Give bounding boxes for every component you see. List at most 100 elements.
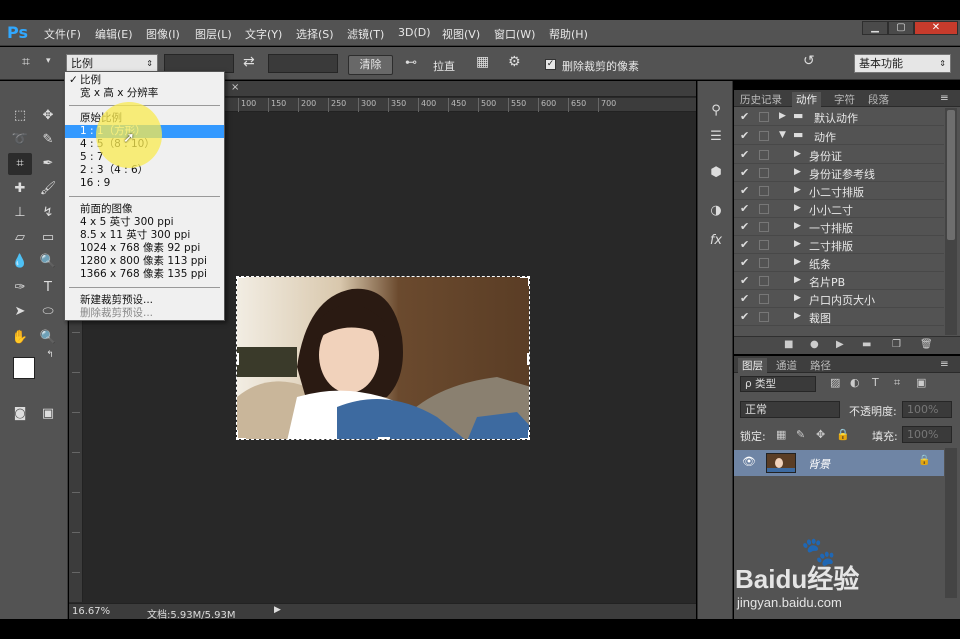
type-tool-icon[interactable]: T	[36, 277, 60, 299]
blend-mode-select[interactable]: 正常	[740, 401, 840, 418]
eraser-tool-icon[interactable]: ▱	[8, 227, 32, 249]
expand-arrow-icon[interactable]: ▶	[794, 167, 801, 177]
crop-handle-br[interactable]	[520, 430, 529, 439]
fx-panel-icon[interactable]: fx	[706, 231, 726, 251]
dialog-toggle-icon[interactable]	[759, 240, 769, 250]
crop-tool-icon[interactable]: ⌗	[8, 153, 32, 175]
menu-window[interactable]: 窗口(W)	[494, 26, 535, 42]
panel-menu-icon[interactable]: ≡	[940, 358, 949, 370]
eye-visibility-icon[interactable]: 👁	[742, 455, 756, 468]
swap-icon[interactable]: ⇄	[243, 54, 255, 70]
layer-name[interactable]: 背景	[808, 456, 830, 472]
minimize-button[interactable]: ▁	[862, 21, 888, 35]
menu-view[interactable]: 视图(V)	[442, 26, 480, 42]
expand-arrow-icon[interactable]: ▶	[794, 239, 801, 249]
tool-preset-arrow-icon[interactable]: ▾	[46, 56, 51, 66]
tab-actions[interactable]: 动作	[792, 92, 821, 107]
stop-icon[interactable]: ■	[784, 339, 793, 350]
history-panel-icon[interactable]: ⚲	[706, 101, 726, 121]
gradient-tool-icon[interactable]: ▭	[36, 227, 60, 249]
dialog-toggle-icon[interactable]	[759, 222, 769, 232]
tab-paths[interactable]: 路径	[810, 358, 831, 373]
crop-handle-right[interactable]	[527, 353, 529, 365]
new-action-icon[interactable]: ❐	[892, 339, 901, 350]
close-tab-icon[interactable]: ×	[231, 82, 239, 93]
filter-smart-icon[interactable]: ▣	[916, 376, 926, 389]
screen-mode-icon[interactable]: ▣	[36, 403, 60, 425]
lock-all-icon[interactable]: 🔒	[836, 428, 850, 441]
layer-lock-icon[interactable]: 🔒	[918, 455, 930, 466]
quick-select-tool-icon[interactable]: ✎	[36, 129, 60, 151]
dialog-toggle-icon[interactable]	[759, 112, 769, 122]
tab-channels[interactable]: 通道	[776, 358, 797, 373]
play-icon[interactable]: ▶	[836, 339, 844, 350]
dropdown-item-preset[interactable]: 1280 x 800 像素 113 ppi	[65, 255, 224, 268]
dialog-toggle-icon[interactable]	[759, 131, 769, 141]
menu-filter[interactable]: 滤镜(T)	[347, 26, 384, 42]
path-select-tool-icon[interactable]: ➤	[8, 301, 32, 323]
panel-menu-icon[interactable]: ≡	[940, 92, 949, 104]
dropdown-item-16-9[interactable]: 16 : 9	[65, 177, 224, 190]
menu-layer[interactable]: 图层(L)	[195, 26, 232, 42]
tab-character[interactable]: 字符	[834, 92, 855, 107]
action-row[interactable]: ✔ ▶ 身份证	[734, 146, 944, 164]
tab-history[interactable]: 历史记录	[740, 92, 782, 107]
filter-adjust-icon[interactable]: ◐	[850, 376, 860, 389]
height-input[interactable]	[268, 54, 338, 73]
gear-icon[interactable]: ⚙	[508, 54, 521, 70]
action-row[interactable]: ✔ ▶ 二寸排版	[734, 236, 944, 254]
shape-tool-icon[interactable]: ⬭	[36, 301, 60, 323]
action-row[interactable]: ✔ ▶ 裁图	[734, 308, 944, 326]
dropdown-item-preset[interactable]: 8.5 x 11 英寸 300 ppi	[65, 229, 224, 242]
tab-paragraph[interactable]: 段落	[868, 92, 889, 107]
fill-input[interactable]: 100%	[902, 426, 952, 443]
collapse-arrow-icon[interactable]: ▼	[779, 130, 786, 140]
action-row[interactable]: ✔ ▶ 身份证参考线	[734, 164, 944, 182]
dropdown-item-front-image[interactable]: 前面的图像	[65, 203, 224, 216]
crop-handle-tr[interactable]	[520, 277, 529, 286]
crop-handle-bl[interactable]	[237, 430, 246, 439]
dropdown-item-preset[interactable]: 1366 x 768 像素 135 ppi	[65, 268, 224, 281]
menu-3d[interactable]: 3D(D)	[398, 26, 431, 39]
expand-arrow-icon[interactable]: ▶	[794, 149, 801, 159]
action-row[interactable]: ✔ ▶ 名片PB	[734, 272, 944, 290]
zoom-tool-icon[interactable]: 🔍	[36, 327, 60, 349]
action-row[interactable]: ✔ ▶ 户口内页大小	[734, 290, 944, 308]
close-button[interactable]: ✕	[914, 21, 958, 35]
dialog-toggle-icon[interactable]	[759, 186, 769, 196]
dialog-toggle-icon[interactable]	[759, 204, 769, 214]
blur-tool-icon[interactable]: 💧	[8, 251, 32, 273]
move-tool-icon[interactable]: ✥	[36, 105, 60, 127]
healing-brush-icon[interactable]: ✚	[8, 178, 32, 200]
crop-tool-icon[interactable]: ⌗	[22, 54, 30, 70]
filter-type-icon[interactable]: T	[872, 376, 879, 389]
quick-mask-icon[interactable]: ◙	[8, 403, 32, 425]
expand-arrow-icon[interactable]: ▶	[794, 293, 801, 303]
action-set-row[interactable]: ✔ ▶ ▬ 默认动作	[734, 108, 944, 126]
lock-pixels-icon[interactable]: ▦	[776, 428, 786, 441]
dropdown-item-preset[interactable]: 4 x 5 英寸 300 ppi	[65, 216, 224, 229]
dropdown-item-preset[interactable]: 1024 x 768 像素 92 ppi	[65, 242, 224, 255]
tab-layers[interactable]: 图层	[738, 358, 767, 373]
expand-arrow-icon[interactable]: ▶	[794, 257, 801, 267]
action-row[interactable]: ✔ ▶ 小二寸排版	[734, 182, 944, 200]
action-row[interactable]: ✔ ▶ 小小二寸	[734, 200, 944, 218]
layers-scrollbar[interactable]	[945, 448, 957, 598]
dropdown-item-ratio[interactable]: ✓ 比例	[65, 74, 224, 87]
lasso-tool-icon[interactable]: ➰	[8, 129, 32, 151]
dropdown-item-new-preset[interactable]: 新建裁剪预设...	[65, 294, 224, 307]
marquee-tool-icon[interactable]: ⬚	[8, 105, 32, 127]
layer-row[interactable]: 👁 背景 🔒	[734, 450, 944, 476]
history-brush-icon[interactable]: ↯	[36, 202, 60, 224]
menu-help[interactable]: 帮助(H)	[549, 26, 588, 42]
stamp-tool-icon[interactable]: ⊥	[8, 202, 32, 224]
new-set-icon[interactable]: ▬	[862, 339, 871, 350]
straighten-label[interactable]: 拉直	[433, 58, 455, 74]
pen-tool-icon[interactable]: ✑	[8, 277, 32, 299]
reset-icon[interactable]: ↺	[803, 53, 815, 69]
dodge-tool-icon[interactable]: 🔍	[36, 251, 60, 273]
menu-type[interactable]: 文字(Y)	[245, 26, 282, 42]
dialog-toggle-icon[interactable]	[759, 150, 769, 160]
menu-edit[interactable]: 编辑(E)	[95, 26, 133, 42]
expand-arrow-icon[interactable]: ▶	[794, 311, 801, 321]
